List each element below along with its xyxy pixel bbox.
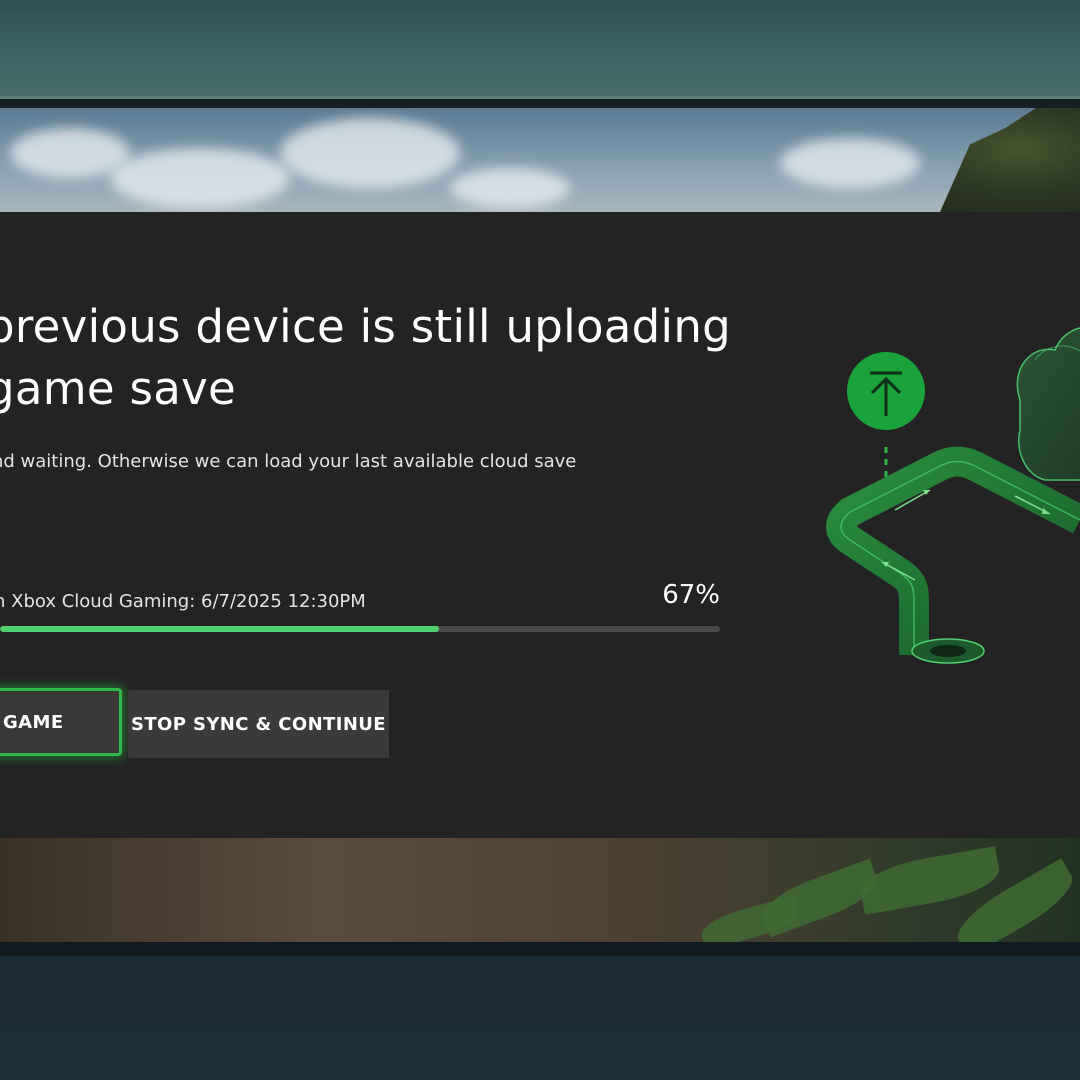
top-divider	[0, 99, 1080, 108]
bottom-divider	[0, 942, 1080, 956]
game-button[interactable]: GAME	[0, 688, 122, 756]
background-sky-art	[0, 108, 1080, 212]
cloud-icon	[1016, 327, 1080, 481]
sync-progress-bar	[0, 626, 720, 632]
stop-sync-continue-button[interactable]: STOP SYNC & CONTINUE	[128, 690, 389, 758]
upload-arrow-icon	[847, 352, 925, 430]
background-bottom-band	[0, 956, 1080, 1080]
sync-status-label: n Xbox Cloud Gaming: 6/7/2025 12:30PM	[0, 591, 366, 612]
sync-path-ribbon	[826, 446, 1080, 664]
dialog-description: nd waiting. Otherwise we can load your l…	[0, 451, 577, 472]
cloud-sync-illustration	[826, 327, 1080, 664]
background-ground-art	[0, 838, 1080, 942]
sync-progress-fill	[0, 626, 440, 632]
game-button-label: GAME	[3, 711, 64, 733]
background-top-band	[0, 0, 1080, 98]
dialog-title: previous device is still uploading game …	[0, 300, 732, 415]
stop-sync-continue-label: STOP SYNC & CONTINUE	[130, 713, 387, 735]
sync-percent: 67%	[662, 580, 720, 610]
